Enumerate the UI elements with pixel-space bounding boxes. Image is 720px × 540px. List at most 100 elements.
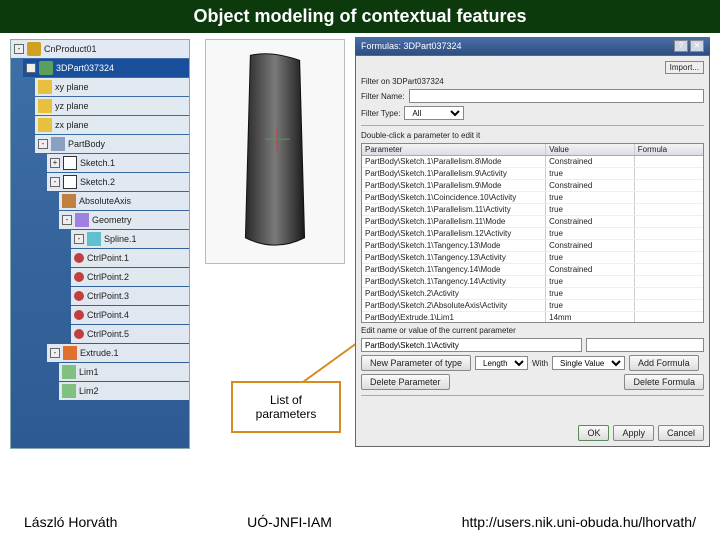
- dialog-titlebar[interactable]: Formulas: 3DPart037324 ? ✕: [355, 37, 710, 55]
- expand-icon[interactable]: -: [62, 215, 72, 225]
- close-button[interactable]: ✕: [690, 40, 704, 52]
- sketch-icon: [63, 175, 77, 189]
- table-row[interactable]: PartBody\Sketch.1\Tangency.13\ModeConstr…: [362, 240, 703, 252]
- expand-icon[interactable]: -: [74, 234, 84, 244]
- tree-plane-xy[interactable]: xy plane: [35, 78, 189, 96]
- help-button[interactable]: ?: [674, 40, 688, 52]
- new-parameter-button[interactable]: New Parameter of type: [361, 355, 471, 371]
- tree-label: xy plane: [55, 82, 89, 92]
- table-header[interactable]: Parameter Value Formula: [362, 144, 703, 156]
- tree-partbody[interactable]: -PartBody: [35, 135, 189, 153]
- table-row[interactable]: PartBody\Sketch.1\Parallelism.8\ModeCons…: [362, 156, 703, 168]
- model-preview[interactable]: [205, 39, 345, 264]
- parameters-label: List of parameters: [231, 381, 341, 433]
- tree-label: Lim2: [79, 386, 99, 396]
- tree-label: Sketch.1: [80, 158, 115, 168]
- tree-3dpart[interactable]: -3DPart037324: [23, 59, 189, 77]
- cell-value: Constrained: [546, 240, 635, 251]
- table-row[interactable]: PartBody\Sketch.1\Tangency.14\ModeConstr…: [362, 264, 703, 276]
- expand-icon[interactable]: +: [50, 158, 60, 168]
- table-row[interactable]: PartBody\Sketch.1\Coincidence.10\Activit…: [362, 192, 703, 204]
- delete-parameter-button[interactable]: Delete Parameter: [361, 374, 450, 390]
- tree-ctrlpt-1[interactable]: CtrlPoint.1: [71, 249, 189, 267]
- table-row[interactable]: PartBody\Sketch.2\AbsoluteAxis\Activityt…: [362, 300, 703, 312]
- table-row[interactable]: PartBody\Sketch.1\Parallelism.11\Activit…: [362, 204, 703, 216]
- param-type-select[interactable]: Length: [475, 356, 528, 370]
- tree-lim-2[interactable]: Lim2: [59, 382, 189, 400]
- tree-lim-1[interactable]: Lim1: [59, 363, 189, 381]
- slide-footer: László Horváth UÓ-JNFI-IAM http://users.…: [0, 504, 720, 540]
- tree-ctrlpt-3[interactable]: CtrlPoint.3: [71, 287, 189, 305]
- import-button[interactable]: Import...: [665, 61, 704, 74]
- expand-icon[interactable]: -: [14, 44, 24, 54]
- tree-absaxis[interactable]: AbsoluteAxis: [59, 192, 189, 210]
- point-icon: [74, 310, 84, 320]
- table-row[interactable]: PartBody\Extrude.1\Lim114mm: [362, 312, 703, 323]
- footer-url: http://users.nik.uni-obuda.hu/lhorvath/: [462, 514, 696, 530]
- tree-ctrlpt-4[interactable]: CtrlPoint.4: [71, 306, 189, 324]
- cell-parameter: PartBody\Sketch.2\Activity: [362, 288, 546, 299]
- point-icon: [74, 253, 84, 263]
- delete-formula-button[interactable]: Delete Formula: [624, 374, 704, 390]
- tree-plane-zx[interactable]: zx plane: [35, 116, 189, 134]
- apply-button[interactable]: Apply: [613, 425, 654, 441]
- filter-type-label: Filter Type:: [361, 109, 400, 118]
- tree-plane-yz[interactable]: yz plane: [35, 97, 189, 115]
- tree-spline[interactable]: - Spline.1: [71, 230, 189, 248]
- tree-sketch-1[interactable]: + Sketch.1: [47, 154, 189, 172]
- cell-value: Constrained: [546, 156, 635, 167]
- tree-ctrlpt-2[interactable]: CtrlPoint.2: [71, 268, 189, 286]
- expand-icon[interactable]: -: [38, 139, 48, 149]
- table-row[interactable]: PartBody\Sketch.1\Parallelism.12\Activit…: [362, 228, 703, 240]
- parameter-table[interactable]: Parameter Value Formula PartBody\Sketch.…: [361, 143, 704, 323]
- cell-value: true: [546, 276, 635, 287]
- expand-icon[interactable]: -: [26, 63, 36, 73]
- table-row[interactable]: PartBody\Sketch.1\Tangency.13\Activitytr…: [362, 252, 703, 264]
- table-row[interactable]: PartBody\Sketch.1\Parallelism.9\Activity…: [362, 168, 703, 180]
- expand-icon[interactable]: -: [50, 348, 60, 358]
- tree-geometry[interactable]: -Geometry: [59, 211, 189, 229]
- expand-icon[interactable]: -: [50, 177, 60, 187]
- current-param-input[interactable]: [361, 338, 582, 352]
- limit-icon: [62, 384, 76, 398]
- add-formula-button[interactable]: Add Formula: [629, 355, 699, 371]
- cell-formula: [635, 168, 703, 179]
- spline-icon: [87, 232, 101, 246]
- table-row[interactable]: PartBody\Sketch.1\Parallelism.9\ModeCons…: [362, 180, 703, 192]
- table-row[interactable]: PartBody\Sketch.1\Parallelism.11\ModeCon…: [362, 216, 703, 228]
- cell-parameter: PartBody\Sketch.1\Tangency.14\Mode: [362, 264, 546, 275]
- current-value-input[interactable]: [586, 338, 704, 352]
- tree-ctrlpt-5[interactable]: CtrlPoint.5: [71, 325, 189, 343]
- tree-label: Spline.1: [104, 234, 137, 244]
- tree-product[interactable]: -CnProduct01: [11, 40, 189, 58]
- cell-formula: [635, 216, 703, 227]
- plane-icon: [38, 80, 52, 94]
- tree-label: CtrlPoint.1: [87, 253, 129, 263]
- col-formula[interactable]: Formula: [635, 144, 703, 155]
- feature-tree[interactable]: -CnProduct01 -3DPart037324 xy plane yz p…: [10, 39, 190, 449]
- cell-formula: [635, 300, 703, 311]
- col-value[interactable]: Value: [546, 144, 635, 155]
- ok-button[interactable]: OK: [578, 425, 609, 441]
- cell-formula: [635, 180, 703, 191]
- col-parameter[interactable]: Parameter: [362, 144, 546, 155]
- footer-org: UÓ-JNFI-IAM: [247, 514, 332, 530]
- tree-label: Lim1: [79, 367, 99, 377]
- slide-title: Object modeling of contextual features: [0, 0, 720, 33]
- tree-sketch-2[interactable]: -Sketch.2: [47, 173, 189, 191]
- cell-parameter: PartBody\Sketch.1\Tangency.14\Activity: [362, 276, 546, 287]
- cell-value: true: [546, 192, 635, 203]
- formulas-dialog: Formulas: 3DPart037324 ? ✕ Import... Fil…: [355, 37, 710, 447]
- table-row[interactable]: PartBody\Sketch.2\Activitytrue: [362, 288, 703, 300]
- filter-name-input[interactable]: [409, 89, 704, 103]
- with-select[interactable]: Single Value: [552, 356, 625, 370]
- limit-icon: [62, 365, 76, 379]
- cell-value: true: [546, 228, 635, 239]
- cancel-button[interactable]: Cancel: [658, 425, 704, 441]
- tree-extrude[interactable]: -Extrude.1: [47, 344, 189, 362]
- point-icon: [74, 291, 84, 301]
- part-icon: [39, 61, 53, 75]
- table-row[interactable]: PartBody\Sketch.1\Tangency.14\Activitytr…: [362, 276, 703, 288]
- filter-type-select[interactable]: All: [404, 106, 464, 120]
- with-label: With: [532, 359, 548, 368]
